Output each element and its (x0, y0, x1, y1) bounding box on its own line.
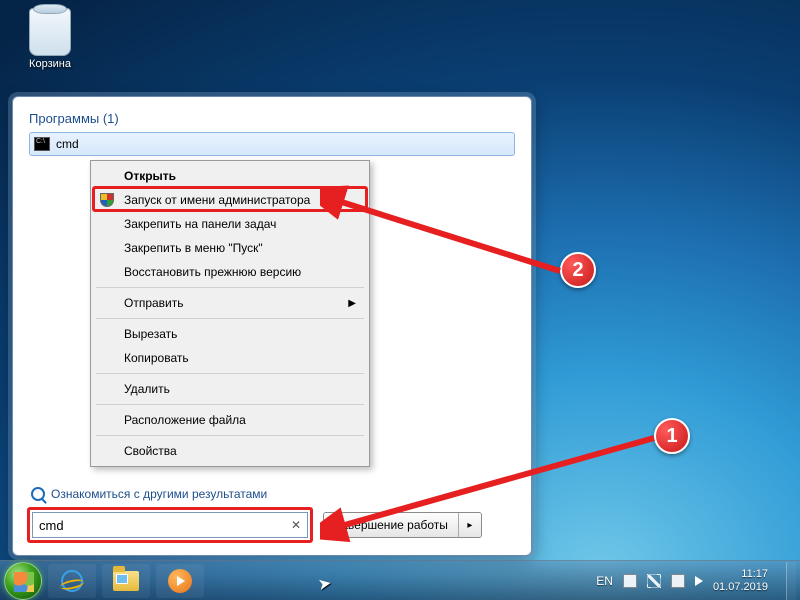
start-button[interactable] (4, 562, 42, 600)
desktop: Корзина Программы (1) cmd Ознакомиться с… (0, 0, 800, 600)
ctx-separator (96, 435, 364, 436)
recycle-bin[interactable]: Корзина (20, 8, 80, 70)
recycle-bin-label: Корзина (20, 58, 80, 70)
clock-date: 01.07.2019 (713, 581, 768, 594)
search-row: cmd ✕ Завершение работы ▸ (27, 507, 517, 543)
annotation-badge-1: 1 (654, 418, 690, 454)
taskbar-ie[interactable] (48, 564, 96, 598)
clock[interactable]: 11:17 01.07.2019 (713, 568, 768, 594)
cmd-icon (34, 137, 50, 151)
taskbar-media-player[interactable] (156, 564, 204, 598)
ctx-restore[interactable]: Восстановить прежнюю версию (94, 260, 366, 284)
ctx-delete[interactable]: Удалить (94, 377, 366, 401)
ctx-pin-start[interactable]: Закрепить в меню "Пуск" (94, 236, 366, 260)
system-tray: EN 11:17 01.07.2019 (596, 562, 800, 600)
ie-icon (61, 570, 83, 592)
ctx-separator (96, 373, 364, 374)
shutdown-button[interactable]: Завершение работы (324, 513, 459, 537)
language-indicator[interactable]: EN (596, 574, 613, 588)
media-player-icon (168, 569, 192, 593)
ctx-separator (96, 318, 364, 319)
search-result-cmd[interactable]: cmd (29, 132, 515, 156)
show-desktop-button[interactable] (786, 562, 796, 600)
ctx-cut[interactable]: Вырезать (94, 322, 366, 346)
shutdown-options-button[interactable]: ▸ (459, 513, 481, 537)
network-icon[interactable] (647, 574, 661, 588)
ctx-properties[interactable]: Свойства (94, 439, 366, 463)
see-more-results[interactable]: Ознакомиться с другими результатами (31, 487, 267, 501)
ctx-send-to[interactable]: Отправить▶ (94, 291, 366, 315)
ctx-open[interactable]: Открыть (94, 164, 366, 188)
shutdown-label: Завершение работы (334, 518, 448, 532)
taskbar: EN 11:17 01.07.2019 (0, 560, 800, 600)
programs-section-title: Программы (1) (29, 111, 515, 126)
taskbar-explorer[interactable] (102, 564, 150, 598)
ctx-file-location[interactable]: Расположение файла (94, 408, 366, 432)
search-input-value: cmd (39, 518, 64, 533)
ctx-separator (96, 287, 364, 288)
submenu-arrow-icon: ▶ (348, 298, 356, 309)
context-menu: Открыть Запуск от имени администратора З… (90, 160, 370, 467)
annotation-badge-2: 2 (560, 252, 596, 288)
shutdown-group: Завершение работы ▸ (323, 512, 482, 538)
tray-icon[interactable] (671, 574, 685, 588)
action-center-icon[interactable] (623, 574, 637, 588)
ctx-run-as-admin[interactable]: Запуск от имени администратора (94, 188, 366, 212)
annotation-highlight-1: cmd ✕ (27, 507, 313, 543)
magnifier-icon (31, 487, 45, 501)
ctx-separator (96, 404, 364, 405)
see-more-label: Ознакомиться с другими результатами (51, 487, 267, 501)
clear-search-icon[interactable]: ✕ (291, 518, 301, 532)
uac-shield-icon (100, 193, 114, 207)
search-input[interactable]: cmd ✕ (32, 512, 308, 538)
clock-time: 11:17 (713, 568, 768, 581)
volume-icon[interactable] (695, 576, 703, 586)
ctx-copy[interactable]: Копировать (94, 346, 366, 370)
explorer-icon (113, 571, 139, 591)
search-result-label: cmd (56, 137, 79, 151)
recycle-bin-icon (29, 8, 71, 56)
ctx-pin-taskbar[interactable]: Закрепить на панели задач (94, 212, 366, 236)
